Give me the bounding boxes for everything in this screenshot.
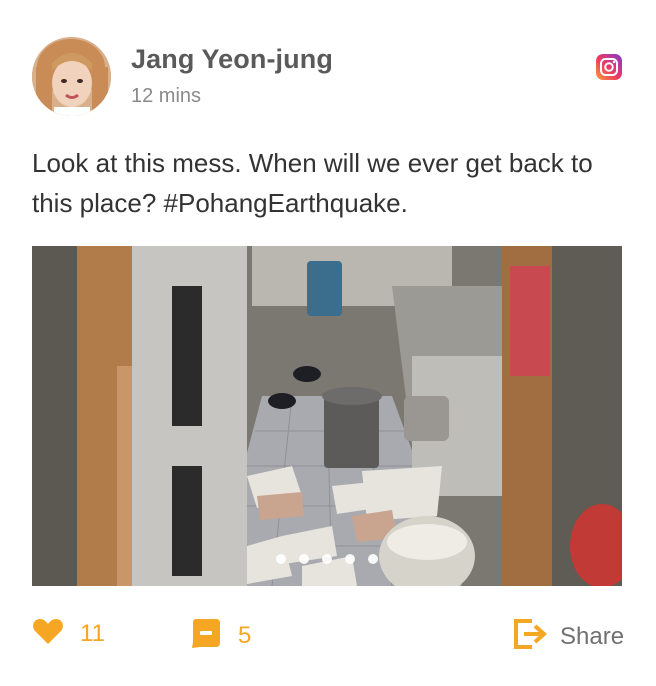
carousel-dot[interactable] [345, 554, 355, 564]
post-text: Look at this mess. When will we ever get… [32, 148, 593, 218]
comment-button[interactable]: 5 [190, 617, 251, 654]
like-count: 11 [80, 619, 105, 647]
kitchen-mess-image [32, 246, 622, 586]
avatar-photo [32, 37, 111, 116]
carousel-dots [32, 554, 622, 564]
carousel-dot[interactable] [299, 554, 309, 564]
author-avatar[interactable] [32, 37, 111, 116]
share-button[interactable]: Share [512, 617, 624, 656]
share-label: Share [560, 622, 625, 650]
comment-count: 5 [238, 621, 252, 649]
post-actions: 11 5 Share [0, 606, 656, 666]
instagram-icon [596, 54, 622, 80]
post-timestamp: 12 mins [131, 85, 202, 107]
carousel-dot[interactable] [276, 554, 286, 564]
heart-icon [32, 617, 64, 650]
post-photo[interactable] [32, 246, 622, 586]
carousel-dot[interactable] [322, 554, 332, 564]
author-name[interactable]: Jang Yeon-jung [131, 44, 333, 75]
comment-icon [190, 617, 222, 654]
carousel-dot[interactable] [368, 554, 378, 564]
share-icon [512, 617, 548, 656]
like-button[interactable]: 11 [32, 617, 105, 650]
